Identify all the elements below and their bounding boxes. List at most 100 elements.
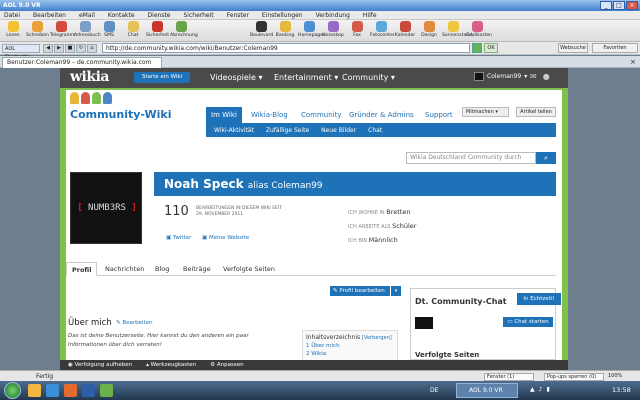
user-menu[interactable]: Coleman99 ▾ [474,72,527,81]
toolbar-adressbuch[interactable]: Adressbuch [74,20,101,38]
menu-dienste[interactable]: Dienste [148,11,171,19]
ok-button[interactable]: OK [484,43,498,53]
tab-wikia-blog[interactable]: Wikia-Blog [246,107,293,123]
wiki-search-input[interactable]: Wikia Deutschland Community durch [406,152,536,164]
toolbar-banking[interactable]: Banking [274,20,296,38]
tab-blog[interactable]: Blog [150,262,174,276]
chat-bubble-icon[interactable]: ● [543,72,550,81]
taskbar-aol-button[interactable]: AOL 9.0 VR [456,383,518,398]
address-bar[interactable]: http://de.community.wikia.com/wiki/Benut… [102,43,470,53]
toolbar-sms[interactable]: SMS [98,20,120,38]
unfollow-button[interactable]: ◉ Verfolgung aufheben [68,362,132,368]
toolbar-sonnenstand[interactable]: Sonnenstand [442,20,472,38]
nav-videospiele[interactable]: Videospiele ▾ [210,72,263,84]
maximize-button[interactable]: □ [613,1,625,10]
home-icon[interactable]: ⌂ [87,44,97,53]
chevron-down-icon[interactable]: ▾ [391,286,401,296]
reload-icon[interactable]: ↻ [76,44,86,53]
excel-icon[interactable] [100,384,113,397]
wiki-content: Community-Wiki Im Wiki Wikia-Blog Commun… [66,90,562,360]
tab-nachrichten[interactable]: Nachrichten [100,262,149,276]
tab-gruender[interactable]: Gründer & Admins [344,107,419,123]
toolbar-boulevard[interactable]: Boulevard [250,20,273,38]
fax-icon [351,21,363,32]
language-indicator[interactable]: DE [430,387,438,394]
zoom-level[interactable]: 100% [608,373,622,379]
toolbar-lesen[interactable]: Lesen [2,20,24,38]
subnav-new-images[interactable]: Neue Bilder [321,127,356,134]
mitmachen-button[interactable]: Mitmachen ▾ [462,107,509,117]
nav-community[interactable]: Community ▾ [342,72,395,84]
tab-support[interactable]: Support [420,107,458,123]
menu-email[interactable]: eMail [79,11,95,19]
stop-icon[interactable]: ■ [65,44,75,53]
menu-hilfe[interactable]: Hilfe [363,11,377,19]
nav-entertainment[interactable]: Entertainment ▾ [274,72,338,84]
wikia-logo[interactable]: wikia [70,69,109,85]
tab-community[interactable]: Community [296,107,347,123]
clock[interactable]: 13:58 [612,386,631,394]
toc-item[interactable]: 2 Wikia [306,351,394,357]
web-search-button[interactable]: Websuche [558,43,588,53]
start-wiki-button[interactable]: Starte ein Wiki [134,72,190,83]
menu-kontakte[interactable]: Kontakte [108,11,135,19]
menu-sicherheit[interactable]: Sicherheit [184,11,214,19]
toolbar-grusskarten[interactable]: Grußkarten [466,20,492,38]
subnav-chat[interactable]: Chat [368,127,382,134]
toolbar-telegramm[interactable]: Telegramm [50,20,76,38]
toolbar-abrechnung[interactable]: Abrechnung [170,20,198,38]
toolbar-fotocenter[interactable]: Fotocenter [370,20,395,38]
community-wiki-logo[interactable]: Community-Wiki [70,108,171,121]
folder-icon[interactable] [28,384,41,397]
browser-tab[interactable]: Benutzer:Coleman99 – de.community.wikia.… [2,57,162,68]
toolbar-schreiben[interactable]: Schreiben [26,20,49,38]
forward-icon[interactable]: ▶ [54,44,64,53]
windows-dropdown[interactable]: Fenster (1) [484,373,534,381]
toolbar-kalender[interactable]: Kalender [394,20,416,38]
word-icon[interactable] [82,384,95,397]
toolbox-button[interactable]: ▴ Werkzeugkasten [146,362,196,368]
start-chat-button[interactable]: ▭ Chat starten [503,317,553,327]
tab-im-wiki[interactable]: Im Wiki [206,107,242,123]
toc-hide-link[interactable]: [Verbergen] [362,335,392,341]
share-article-button[interactable]: Artikel teilen [516,107,556,117]
website-link[interactable]: ▣ Meine Website [202,235,249,241]
notifications-icon[interactable]: ✉ [530,72,537,81]
toolbar-horoskop[interactable]: Horoskop [322,20,344,38]
menu-bearbeiten[interactable]: Bearbeiten [33,11,66,19]
tab-verfolgte-seiten[interactable]: Verfolgte Seiten [218,262,280,276]
tab-profil[interactable]: Profil [66,262,98,276]
toc-item[interactable]: 1 Über mich [306,343,394,349]
close-tab-icon[interactable]: × [630,58,636,66]
volume-icon[interactable]: ♪ [539,386,543,393]
popup-blocker-dropdown[interactable]: Pop-ups sperren (0) [544,373,604,381]
back-icon[interactable]: ◀ [43,44,53,53]
favorites-button[interactable]: Favoriten [592,43,638,53]
menu-fenster[interactable]: Fenster [227,11,249,19]
go-icon[interactable] [472,43,482,53]
toolbar-homepages[interactable]: Homepages [298,20,325,38]
aol-start-button[interactable]: AOL Startseite [2,44,40,60]
subnav-random[interactable]: Zufällige Seite [266,127,309,134]
toolbar-fax[interactable]: Fax [346,20,368,38]
toolbar-design[interactable]: Design [418,20,440,38]
toolbar-sicherheit[interactable]: Sicherheit [146,20,169,38]
tab-beitraege[interactable]: Beiträge [178,262,216,276]
network-icon[interactable]: ▲ [530,386,535,393]
customize-button[interactable]: ⚙ Anpassen [210,362,243,368]
subnav-activity[interactable]: Wiki-Aktivität [214,127,254,134]
twitter-link[interactable]: ▣ Twitter [166,235,191,241]
about-edit-link[interactable]: ✎ Bearbeiten [116,320,153,326]
media-icon[interactable] [64,384,77,397]
power-icon[interactable]: ▮ [546,386,549,393]
menu-einstellungen[interactable]: Einstellungen [262,11,303,19]
edit-profile-button[interactable]: ✎ Profil bearbeiten [330,286,390,296]
search-icon[interactable]: ⌕ [536,152,556,164]
menu-datei[interactable]: Datei [4,11,20,19]
close-button[interactable]: × [626,1,638,10]
menu-verbindung[interactable]: Verbindung [316,11,350,19]
minimize-button[interactable]: _ [600,1,612,10]
toolbar-chat[interactable]: Chat [122,20,144,38]
start-button[interactable] [4,382,21,399]
browser-icon[interactable] [46,384,59,397]
